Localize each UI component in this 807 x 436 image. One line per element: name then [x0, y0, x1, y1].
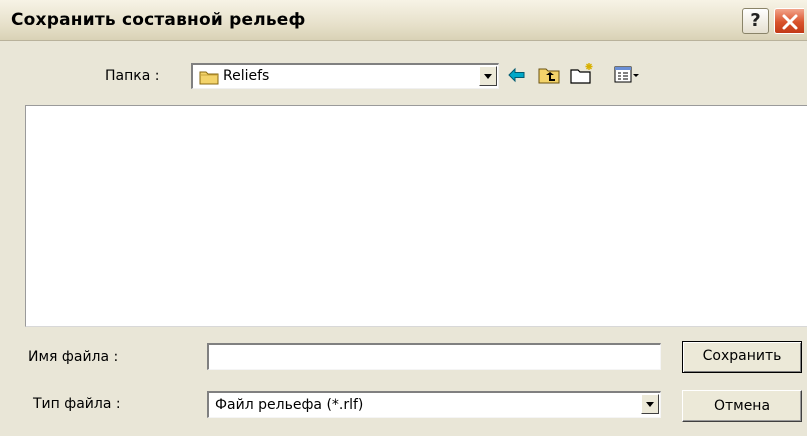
- chevron-down-icon[interactable]: [479, 66, 497, 86]
- close-icon: [782, 14, 798, 30]
- file-list[interactable]: [25, 105, 807, 327]
- cancel-button[interactable]: Отмена: [682, 390, 802, 422]
- folder-value: Reliefs: [223, 68, 270, 84]
- chevron-down-icon[interactable]: [641, 394, 659, 414]
- save-button[interactable]: Сохранить: [682, 341, 802, 373]
- folder-select[interactable]: Reliefs: [191, 63, 499, 89]
- filetype-label: Тип файла :: [33, 396, 121, 412]
- folder-icon: [199, 71, 219, 85]
- filename-label: Имя файла :: [28, 349, 119, 365]
- new-folder-icon[interactable]: [570, 62, 596, 84]
- filetype-select[interactable]: Файл рельефа (*.rlf): [207, 391, 661, 418]
- filetype-value: Файл рельефа (*.rlf): [215, 397, 364, 413]
- window-title: Сохранить составной рельеф: [11, 10, 306, 30]
- close-button[interactable]: [774, 8, 804, 34]
- view-menu-icon[interactable]: [614, 66, 640, 84]
- folder-label: Папка :: [105, 68, 160, 84]
- up-folder-icon[interactable]: [538, 66, 560, 84]
- back-arrow-icon[interactable]: [507, 66, 527, 84]
- help-icon: ?: [750, 10, 761, 31]
- help-button[interactable]: ?: [742, 8, 769, 34]
- title-bar: Сохранить составной рельеф ?: [0, 0, 807, 41]
- filename-input[interactable]: [207, 343, 661, 370]
